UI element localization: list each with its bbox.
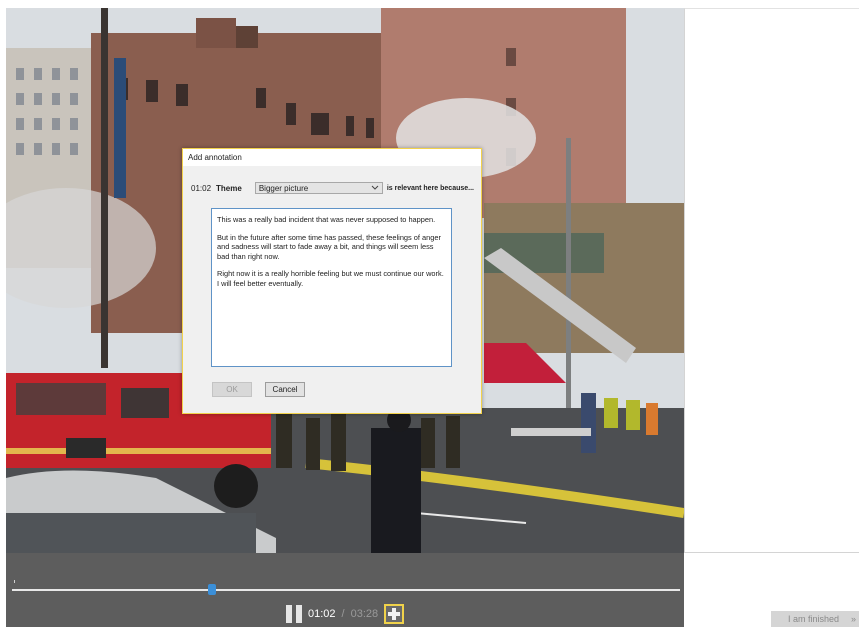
pause-icon-bar-right [296,605,302,623]
theme-row: 01:02 Theme Bigger picture is relevant h… [191,181,474,195]
annotation-time: 01:02 [191,183,212,193]
player-controls: 01:02 / 03:28 [6,553,684,627]
theme-dropdown-value: Bigger picture [258,183,309,193]
annotation-paragraph-3: Right now it is a really horrible feelin… [217,269,444,288]
app-window: 01:02 / 03:28 I am finished » Add annota… [0,0,859,627]
theme-label: Theme [216,183,242,193]
timeline-start-tick [14,580,15,583]
cancel-button[interactable]: Cancel [265,382,305,397]
finish-label: I am finished [788,614,840,624]
add-annotation-dialog: Add annotation 01:02 Theme Bigger pictur… [182,148,482,414]
timeline-track[interactable] [12,589,680,591]
dialog-title: Add annotation [183,149,481,166]
playback-row: 01:02 / 03:28 [286,603,405,625]
current-time: 01:02 [308,608,336,620]
double-chevron-right-icon: » [851,614,857,624]
annotation-paragraph-1: This was a really bad incident that was … [217,215,436,224]
plus-icon [388,608,401,620]
ok-button[interactable]: OK [212,382,252,397]
annotation-side-panel [684,8,859,553]
chevron-down-icon [371,185,379,190]
finish-area: I am finished » [684,553,859,627]
time-separator: / [341,608,345,620]
pause-button[interactable] [286,605,302,623]
annotation-paragraph-2: But in the future after some time has pa… [217,232,441,261]
annotation-text-area[interactable]: This was a really bad incident that was … [211,208,452,367]
relevance-suffix: is relevant here because... [386,184,474,192]
add-annotation-button[interactable] [384,604,405,624]
theme-dropdown[interactable]: Bigger picture [254,182,383,194]
pause-icon-bar-left [286,605,292,623]
timeline-handle[interactable] [208,584,217,595]
finish-button[interactable]: I am finished » [771,611,859,627]
total-time: 03:28 [350,608,379,620]
